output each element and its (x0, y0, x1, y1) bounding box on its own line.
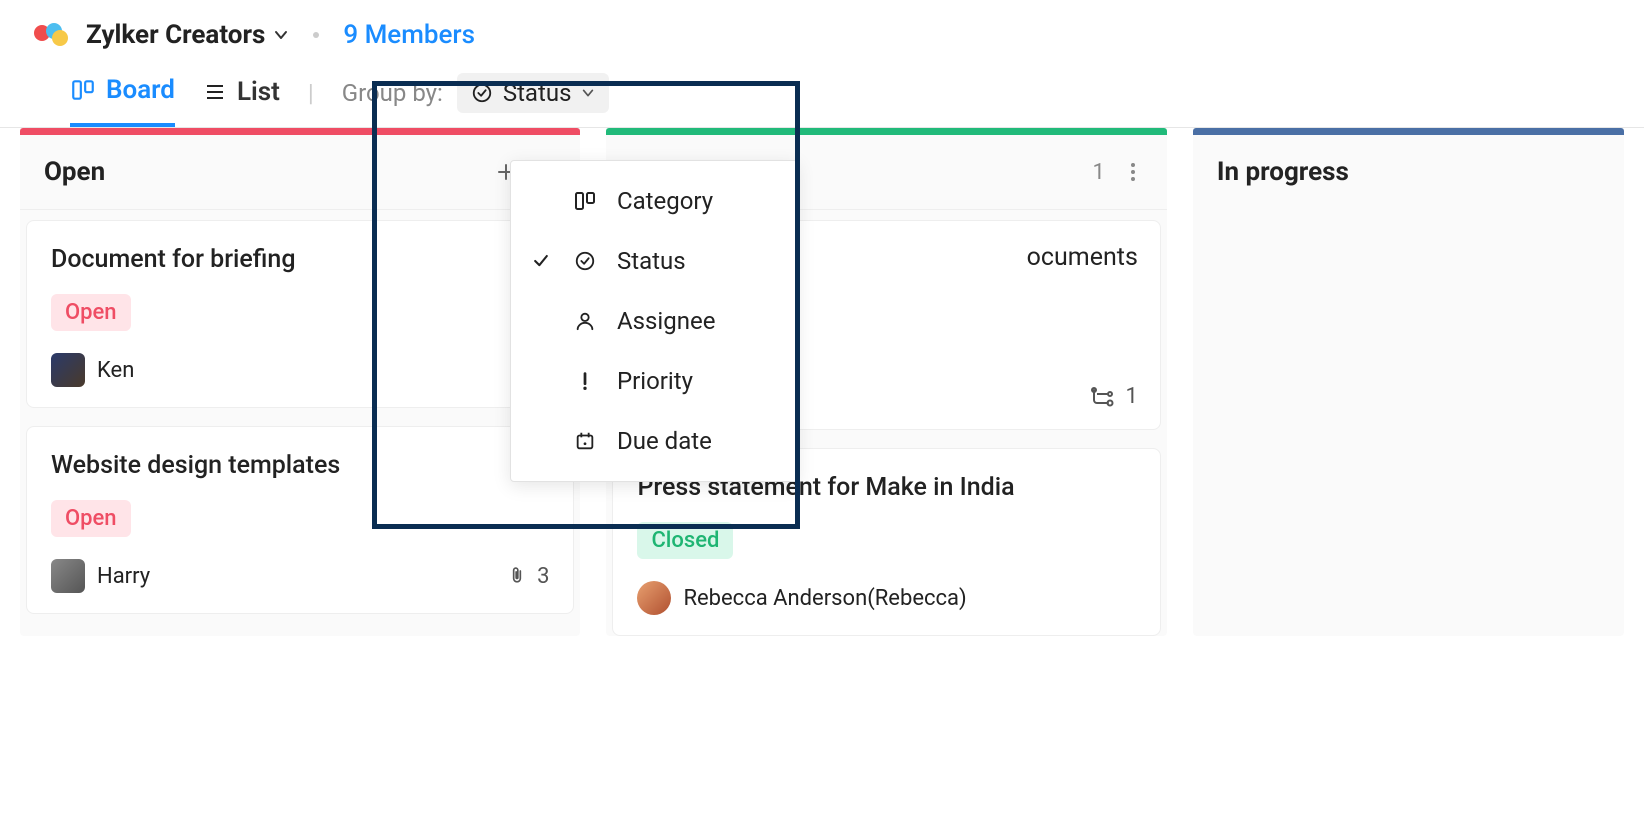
card-title-partial: ocuments (1027, 243, 1138, 272)
view-separator: | (308, 79, 314, 123)
team-avatar-icon (30, 20, 72, 50)
assignee: Ken (51, 353, 134, 387)
dd-label: Assignee (617, 307, 715, 335)
assignee-name: Rebecca Anderson(Rebecca) (683, 586, 966, 611)
chevron-down-icon (273, 27, 289, 43)
column-stripe (20, 128, 580, 135)
groupby-option-category[interactable]: Category (511, 171, 797, 231)
card-title: Website design templates (51, 451, 549, 480)
calendar-icon (571, 430, 599, 452)
card-list: Document for briefing Open Ken Website d… (20, 210, 580, 614)
groupby-label: Group by: (342, 79, 443, 107)
groupby-option-priority[interactable]: Priority (511, 351, 797, 411)
members-link[interactable]: 9 Members (343, 20, 475, 50)
column-title: Open (44, 157, 105, 187)
tab-list[interactable]: List (203, 77, 280, 125)
groupby-option-status[interactable]: Status (511, 231, 797, 291)
separator-dot (313, 32, 319, 38)
column-stripe (606, 128, 1166, 135)
card-title: Document for briefing (51, 245, 549, 274)
avatar (637, 581, 671, 615)
assignee: Harry (51, 559, 150, 593)
team-name-dropdown[interactable]: Zylker Creators (86, 20, 289, 50)
avatar (51, 353, 85, 387)
board-icon (70, 77, 96, 103)
groupby-value: Status (503, 79, 572, 107)
priority-icon (571, 370, 599, 392)
list-icon (203, 80, 227, 104)
card-meta: 3 (507, 564, 549, 589)
assignee-name: Harry (97, 564, 150, 589)
task-card[interactable]: Document for briefing Open Ken (26, 220, 574, 408)
column-stripe (1193, 128, 1624, 135)
column-inprogress: In progress (1193, 128, 1624, 636)
column-count: 1 (1093, 160, 1105, 185)
workspace-header: Zylker Creators 9 Members (0, 0, 1644, 50)
team-name-label: Zylker Creators (86, 20, 265, 50)
tab-list-label: List (237, 77, 280, 107)
groupby-button[interactable]: Status (457, 73, 610, 113)
status-check-icon (471, 82, 493, 104)
subtasks-count: 1 (1126, 384, 1138, 409)
column-header: Open (20, 135, 580, 210)
person-icon (571, 310, 599, 332)
dd-label: Status (617, 247, 686, 275)
groupby-option-assignee[interactable]: Assignee (511, 291, 797, 351)
avatar (51, 559, 85, 593)
category-icon (571, 189, 599, 213)
chevron-down-icon (581, 86, 595, 100)
status-badge: Open (51, 294, 131, 331)
dd-label: Category (617, 187, 713, 215)
dd-label: Due date (617, 427, 712, 455)
status-badge: Closed (637, 522, 733, 559)
subtasks-icon (1090, 386, 1116, 408)
status-icon (571, 250, 599, 272)
attachment-count: 3 (537, 564, 549, 589)
task-card[interactable]: Website design templates Open Harry 3 (26, 426, 574, 614)
column-open: Open Document for briefing Open Ken (20, 128, 580, 636)
column-title: In progress (1217, 157, 1349, 187)
column-menu-button[interactable] (1123, 160, 1143, 184)
attachment-icon (507, 565, 527, 587)
view-bar: Board List | Group by: Status (0, 50, 1644, 128)
dd-label: Priority (617, 367, 693, 395)
tab-board-label: Board (106, 75, 175, 105)
assignee: Rebecca Anderson(Rebecca) (637, 581, 966, 615)
tab-board[interactable]: Board (70, 75, 175, 127)
groupby-option-duedate[interactable]: Due date (511, 411, 797, 471)
card-meta: 1 (1090, 384, 1138, 409)
column-header: In progress (1193, 135, 1624, 209)
assignee-name: Ken (97, 358, 134, 383)
board-area: Open Document for briefing Open Ken (0, 128, 1644, 636)
groupby-control: Group by: Status (342, 73, 610, 129)
check-icon (529, 251, 553, 271)
groupby-dropdown: Category Status Assignee Priority Due da… (510, 160, 798, 482)
status-badge: Open (51, 500, 131, 537)
